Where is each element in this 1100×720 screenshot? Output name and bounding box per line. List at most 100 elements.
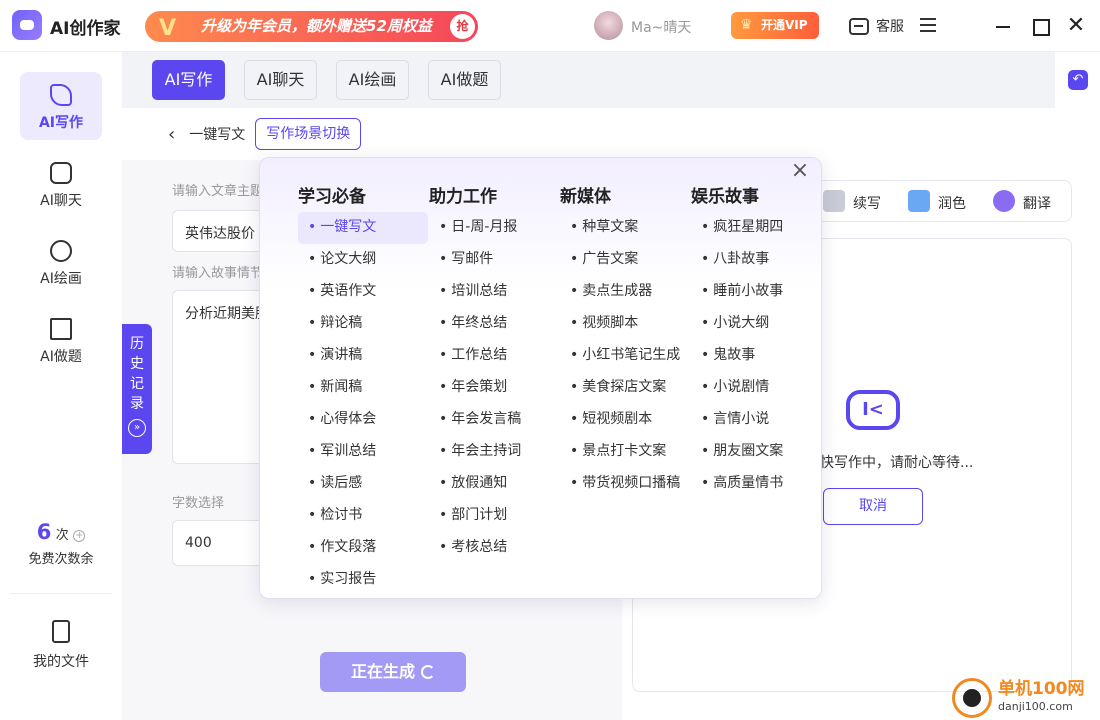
- popup-scene-item[interactable]: 种草文案: [560, 212, 680, 244]
- cancel-button[interactable]: 取消: [823, 488, 923, 525]
- document-icon: [823, 190, 845, 212]
- popup-scene-item[interactable]: 年会策划: [429, 372, 521, 404]
- popup-column-work: 助力工作日-周-月报写邮件培训总结年终总结工作总结年会策划年会发言稿年会主持词放…: [429, 182, 521, 564]
- sidebar-item-ai-chat[interactable]: AI聊天: [20, 150, 102, 218]
- credits-unit: 次: [55, 528, 69, 543]
- popup-scene-item[interactable]: 景点打卡文案: [560, 436, 680, 468]
- sidebar-item-label: AI绘画: [40, 271, 82, 287]
- sidebar-item-ai-writing[interactable]: AI写作: [20, 72, 102, 140]
- popup-scene-item[interactable]: 高质量情书: [691, 468, 783, 500]
- popup-scene-item[interactable]: 言情小说: [691, 404, 783, 436]
- breadcrumb-current: 一键写文: [189, 127, 246, 143]
- popup-scene-item[interactable]: 英语作文: [298, 276, 428, 308]
- popup-scene-item[interactable]: 小说大纲: [691, 308, 783, 340]
- popup-scene-item[interactable]: 小说剧情: [691, 372, 783, 404]
- popup-scene-item[interactable]: 实习报告: [298, 564, 428, 596]
- loading-spinner-icon: [421, 665, 435, 679]
- pen-icon: [50, 84, 72, 106]
- close-window-button[interactable]: ✕: [1066, 15, 1086, 37]
- generate-button-label: 正在生成: [350, 662, 415, 681]
- popup-scene-item[interactable]: 朋友圈文案: [691, 436, 783, 468]
- popup-scene-item[interactable]: 疯狂星期四: [691, 212, 783, 244]
- popup-scene-item[interactable]: 鬼故事: [691, 340, 783, 372]
- history-tab[interactable]: 历 史 记 录 »: [122, 324, 152, 454]
- popup-scene-item[interactable]: 心得体会: [298, 404, 428, 436]
- scene-switch-button[interactable]: 写作场景切换: [255, 118, 362, 150]
- history-char: 记: [130, 376, 144, 392]
- vip-button[interactable]: ♛ 开通VIP: [731, 12, 819, 39]
- popup-column-title: 新媒体: [560, 187, 611, 207]
- tab-ai-chat[interactable]: AI聊天: [244, 60, 317, 100]
- popup-scene-item[interactable]: 军训总结: [298, 436, 428, 468]
- sidebar-divider: [10, 593, 112, 594]
- popup-scene-item[interactable]: 睡前小故事: [691, 276, 783, 308]
- sidebar-item-ai-homework[interactable]: AI做题: [20, 306, 102, 374]
- popup-scene-item[interactable]: 工作总结: [429, 340, 521, 372]
- popup-scene-item[interactable]: 部门计划: [429, 500, 521, 532]
- credits-label: 免费次数余: [28, 552, 94, 567]
- popup-scene-item[interactable]: 短视频剧本: [560, 404, 680, 436]
- popup-scene-item[interactable]: 作文段落: [298, 532, 428, 564]
- popup-scene-item[interactable]: 八卦故事: [691, 244, 783, 276]
- tool-label: 润色: [938, 196, 966, 212]
- watermark: 单机100网 danji100.com: [952, 678, 1085, 718]
- sidebar: AI写作 AI聊天 AI绘画 AI做题 6 次 + 免费次数余 我的文件: [0, 52, 122, 720]
- polish-button[interactable]: 润色: [908, 190, 966, 213]
- file-icon: [52, 620, 70, 643]
- popup-scene-item[interactable]: 年会主持词: [429, 436, 521, 468]
- vip-v-icon: V: [159, 16, 177, 41]
- translate-button[interactable]: 翻译: [993, 190, 1051, 213]
- close-icon[interactable]: ×: [790, 160, 810, 182]
- popup-scene-item[interactable]: 考核总结: [429, 532, 521, 564]
- tab-ai-drawing[interactable]: AI绘画: [336, 60, 409, 100]
- customer-service-button[interactable]: 客服: [849, 14, 904, 38]
- popup-scene-item[interactable]: 放假通知: [429, 468, 521, 500]
- popup-scene-item[interactable]: 写邮件: [429, 244, 521, 276]
- popup-scene-item[interactable]: 小红书笔记生成: [560, 340, 680, 372]
- maximize-button[interactable]: [1030, 16, 1050, 36]
- continue-writing-button[interactable]: 续写: [823, 190, 881, 213]
- popup-scene-item[interactable]: 读后感: [298, 468, 428, 500]
- tool-label: 续写: [853, 196, 881, 212]
- back-chevron-icon[interactable]: ‹: [168, 124, 175, 145]
- service-label: 客服: [876, 19, 904, 35]
- history-char: 历: [130, 336, 144, 352]
- tab-ai-writing[interactable]: AI写作: [152, 60, 225, 100]
- popup-scene-item[interactable]: 新闻稿: [298, 372, 428, 404]
- popup-scene-item[interactable]: 一键写文: [298, 212, 428, 244]
- promo-grab-badge[interactable]: 抢: [450, 14, 475, 39]
- popup-column-title: 娱乐故事: [691, 187, 759, 207]
- popup-scene-item[interactable]: 演讲稿: [298, 340, 428, 372]
- sidebar-item-ai-drawing[interactable]: AI绘画: [20, 228, 102, 296]
- promo-banner[interactable]: V 升级为年会员，额外赠送52周权益 抢: [145, 11, 478, 42]
- popup-scene-item[interactable]: 培训总结: [429, 276, 521, 308]
- minimize-button[interactable]: [994, 16, 1014, 36]
- tab-bar: AI写作 AI聊天 AI绘画 AI做题: [122, 52, 1055, 108]
- popup-scene-item[interactable]: 论文大纲: [298, 244, 428, 276]
- popup-scene-item[interactable]: 广告文案: [560, 244, 680, 276]
- popup-scene-item[interactable]: 带货视频口播稿: [560, 468, 680, 500]
- avatar[interactable]: [594, 11, 623, 40]
- watermark-logo-icon: [952, 678, 992, 718]
- popup-scene-item[interactable]: 卖点生成器: [560, 276, 680, 308]
- popup-scene-item[interactable]: 辩论稿: [298, 308, 428, 340]
- add-credits-icon[interactable]: +: [73, 530, 86, 542]
- popup-scene-item[interactable]: 年终总结: [429, 308, 521, 340]
- plot-label: 请输入故事情节: [172, 266, 264, 281]
- menu-icon[interactable]: [920, 18, 936, 32]
- watermark-name: 单机100网: [998, 679, 1085, 699]
- return-icon[interactable]: ↶: [1068, 70, 1088, 90]
- wordcount-label: 字数选择: [172, 496, 225, 511]
- tab-ai-homework[interactable]: AI做题: [428, 60, 501, 100]
- popup-scene-item[interactable]: 日-周-月报: [429, 212, 521, 244]
- popup-scene-item[interactable]: 美食探店文案: [560, 372, 680, 404]
- app-logo-icon: [12, 10, 42, 40]
- popup-column-study: 学习必备一键写文论文大纲英语作文辩论稿演讲稿新闻稿心得体会军训总结读后感检讨书作…: [298, 182, 428, 596]
- my-files-button[interactable]: 我的文件: [20, 620, 102, 671]
- generate-button[interactable]: 正在生成: [320, 652, 466, 692]
- popup-scene-item[interactable]: 年会发言稿: [429, 404, 521, 436]
- sidebar-item-label: AI聊天: [40, 193, 82, 209]
- popup-scene-item[interactable]: 检讨书: [298, 500, 428, 532]
- username[interactable]: Ma~晴天: [631, 17, 691, 37]
- popup-scene-item[interactable]: 视频脚本: [560, 308, 680, 340]
